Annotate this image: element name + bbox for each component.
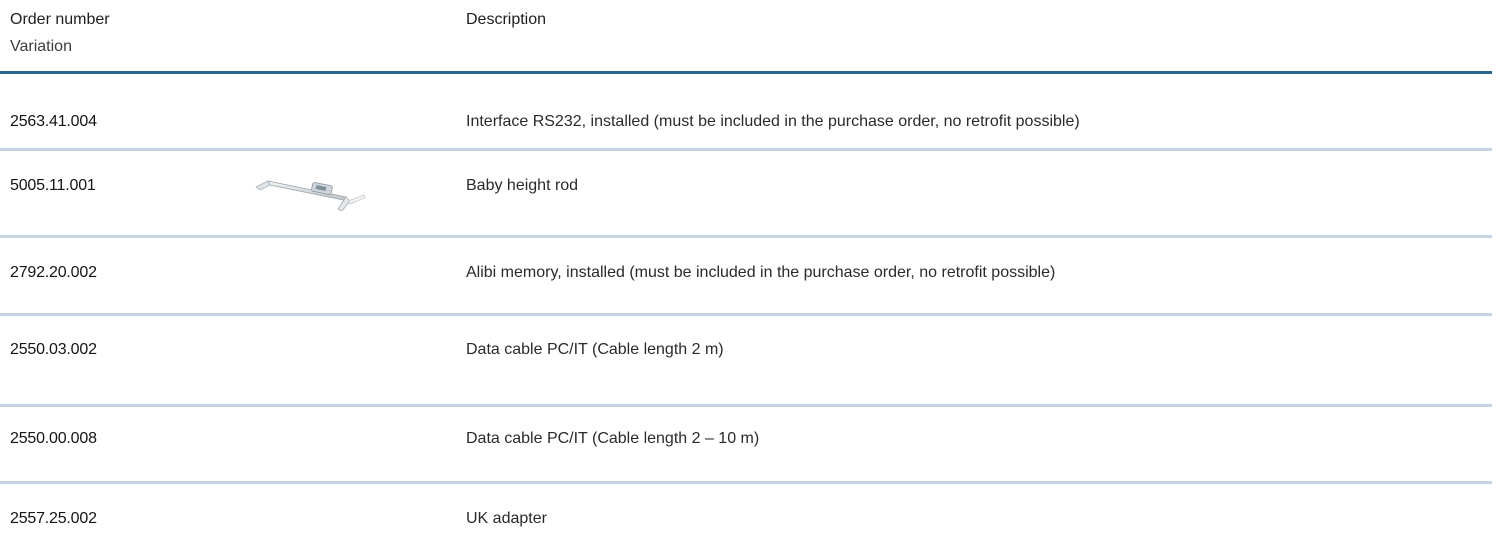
order-number-cell: 2557.25.002	[10, 510, 97, 527]
header-variation: Variation	[10, 38, 72, 55]
order-number-cell: 2792.20.002	[10, 264, 97, 281]
order-number-cell: 2550.03.002	[10, 341, 97, 358]
table-row: 2563.41.004 Interface RS232, installed (…	[0, 74, 1492, 150]
order-number-cell: 5005.11.001	[10, 177, 96, 194]
table-row: 2550.03.002 Data cable PC/IT (Cable leng…	[0, 316, 1492, 390]
table-row: 2792.20.002 Alibi memory, installed (mus…	[0, 238, 1492, 314]
header-description: Description	[466, 11, 547, 28]
description-cell: UK adapter	[466, 510, 547, 527]
description-cell: Data cable PC/IT (Cable length 2 – 10 m)	[466, 430, 760, 447]
table-row: 5005.11.001 Baby height rod	[0, 151, 1492, 235]
description-cell: Baby height rod	[466, 177, 579, 194]
table-header: Order number Variation Description	[0, 0, 1492, 70]
accessories-table: Order number Variation Description 2563.…	[0, 0, 1492, 527]
table-row: 2550.00.008 Data cable PC/IT (Cable leng…	[0, 407, 1492, 481]
description-cell: Data cable PC/IT (Cable length 2 m)	[466, 341, 724, 358]
order-number-cell: 2550.00.008	[10, 430, 97, 447]
description-cell: Interface RS232, installed (must be incl…	[466, 113, 1080, 130]
order-number-cell: 2563.41.004	[10, 113, 97, 130]
baby-height-rod-image	[255, 180, 366, 211]
header-order-number: Order number	[10, 11, 110, 28]
table-row: 2557.25.002 UK adapter	[0, 484, 1492, 554]
description-cell: Alibi memory, installed (must be include…	[466, 264, 1056, 281]
